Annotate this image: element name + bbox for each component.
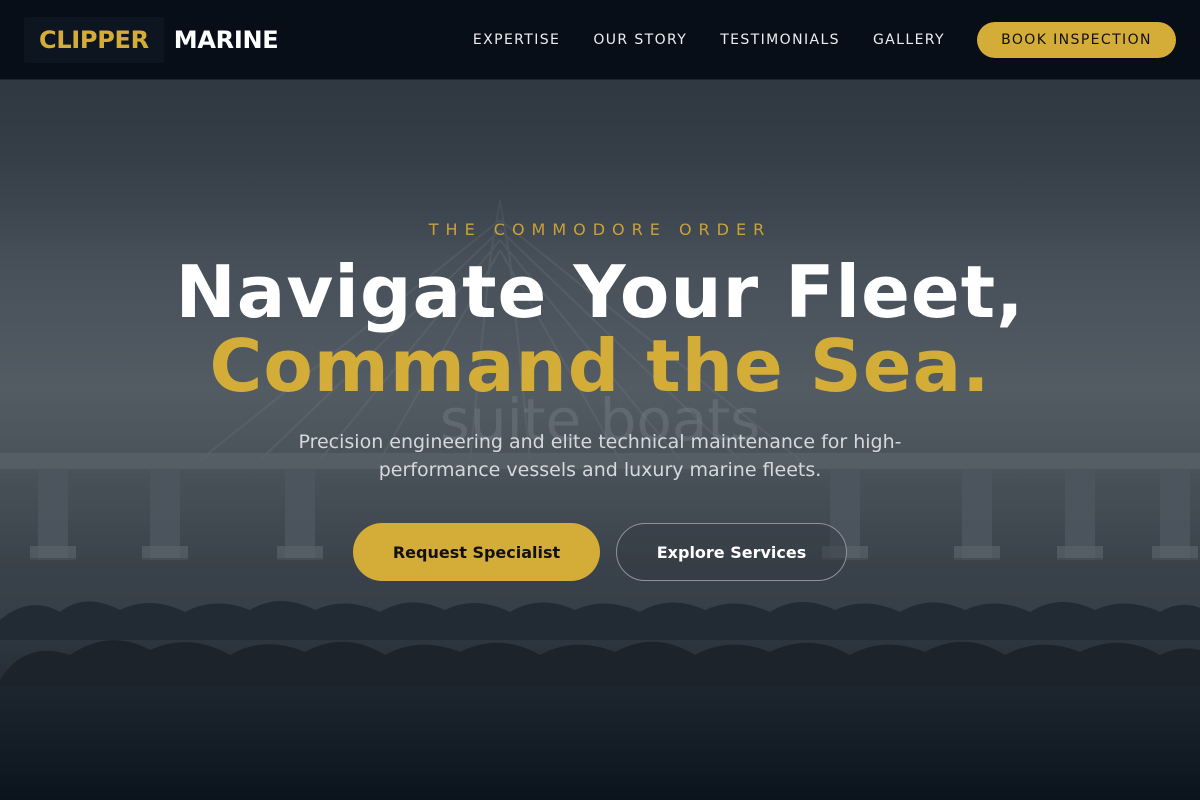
brand-name-secondary: MARINE bbox=[173, 25, 279, 54]
nav-link-gallery[interactable]: GALLERY bbox=[873, 32, 945, 48]
hero-headline-line2: Command the Sea. bbox=[209, 324, 991, 408]
book-inspection-button[interactable]: BOOK INSPECTION bbox=[977, 21, 1176, 58]
hero-headline-line1: Navigate Your Fleet, bbox=[175, 250, 1025, 334]
brand-name-primary: CLIPPER bbox=[24, 16, 164, 63]
main-nav: EXPERTISE OUR STORY TESTIMONIALS GALLERY… bbox=[473, 21, 1176, 58]
explore-services-button[interactable]: Explore Services bbox=[616, 523, 847, 581]
hero-eyebrow: THE COMMODORE ORDER bbox=[428, 220, 772, 239]
hero-subtitle: Precision engineering and elite technica… bbox=[298, 431, 902, 481]
nav-link-testimonials[interactable]: TESTIMONIALS bbox=[720, 32, 840, 48]
site-header: CLIPPER MARINE EXPERTISE OUR STORY TESTI… bbox=[0, 0, 1200, 80]
nav-link-expertise[interactable]: EXPERTISE bbox=[473, 32, 560, 48]
hero-headline: Navigate Your Fleet, Command the Sea. bbox=[0, 255, 1200, 403]
nav-link-our-story[interactable]: OUR STORY bbox=[593, 32, 687, 48]
hero-cta-group: Request Specialist Explore Services bbox=[0, 523, 1200, 581]
request-specialist-button[interactable]: Request Specialist bbox=[353, 523, 600, 581]
brand-logo[interactable]: CLIPPER MARINE bbox=[24, 16, 279, 63]
hero-section: suite boats THE COMMODORE ORDER Navigate… bbox=[0, 80, 1200, 800]
